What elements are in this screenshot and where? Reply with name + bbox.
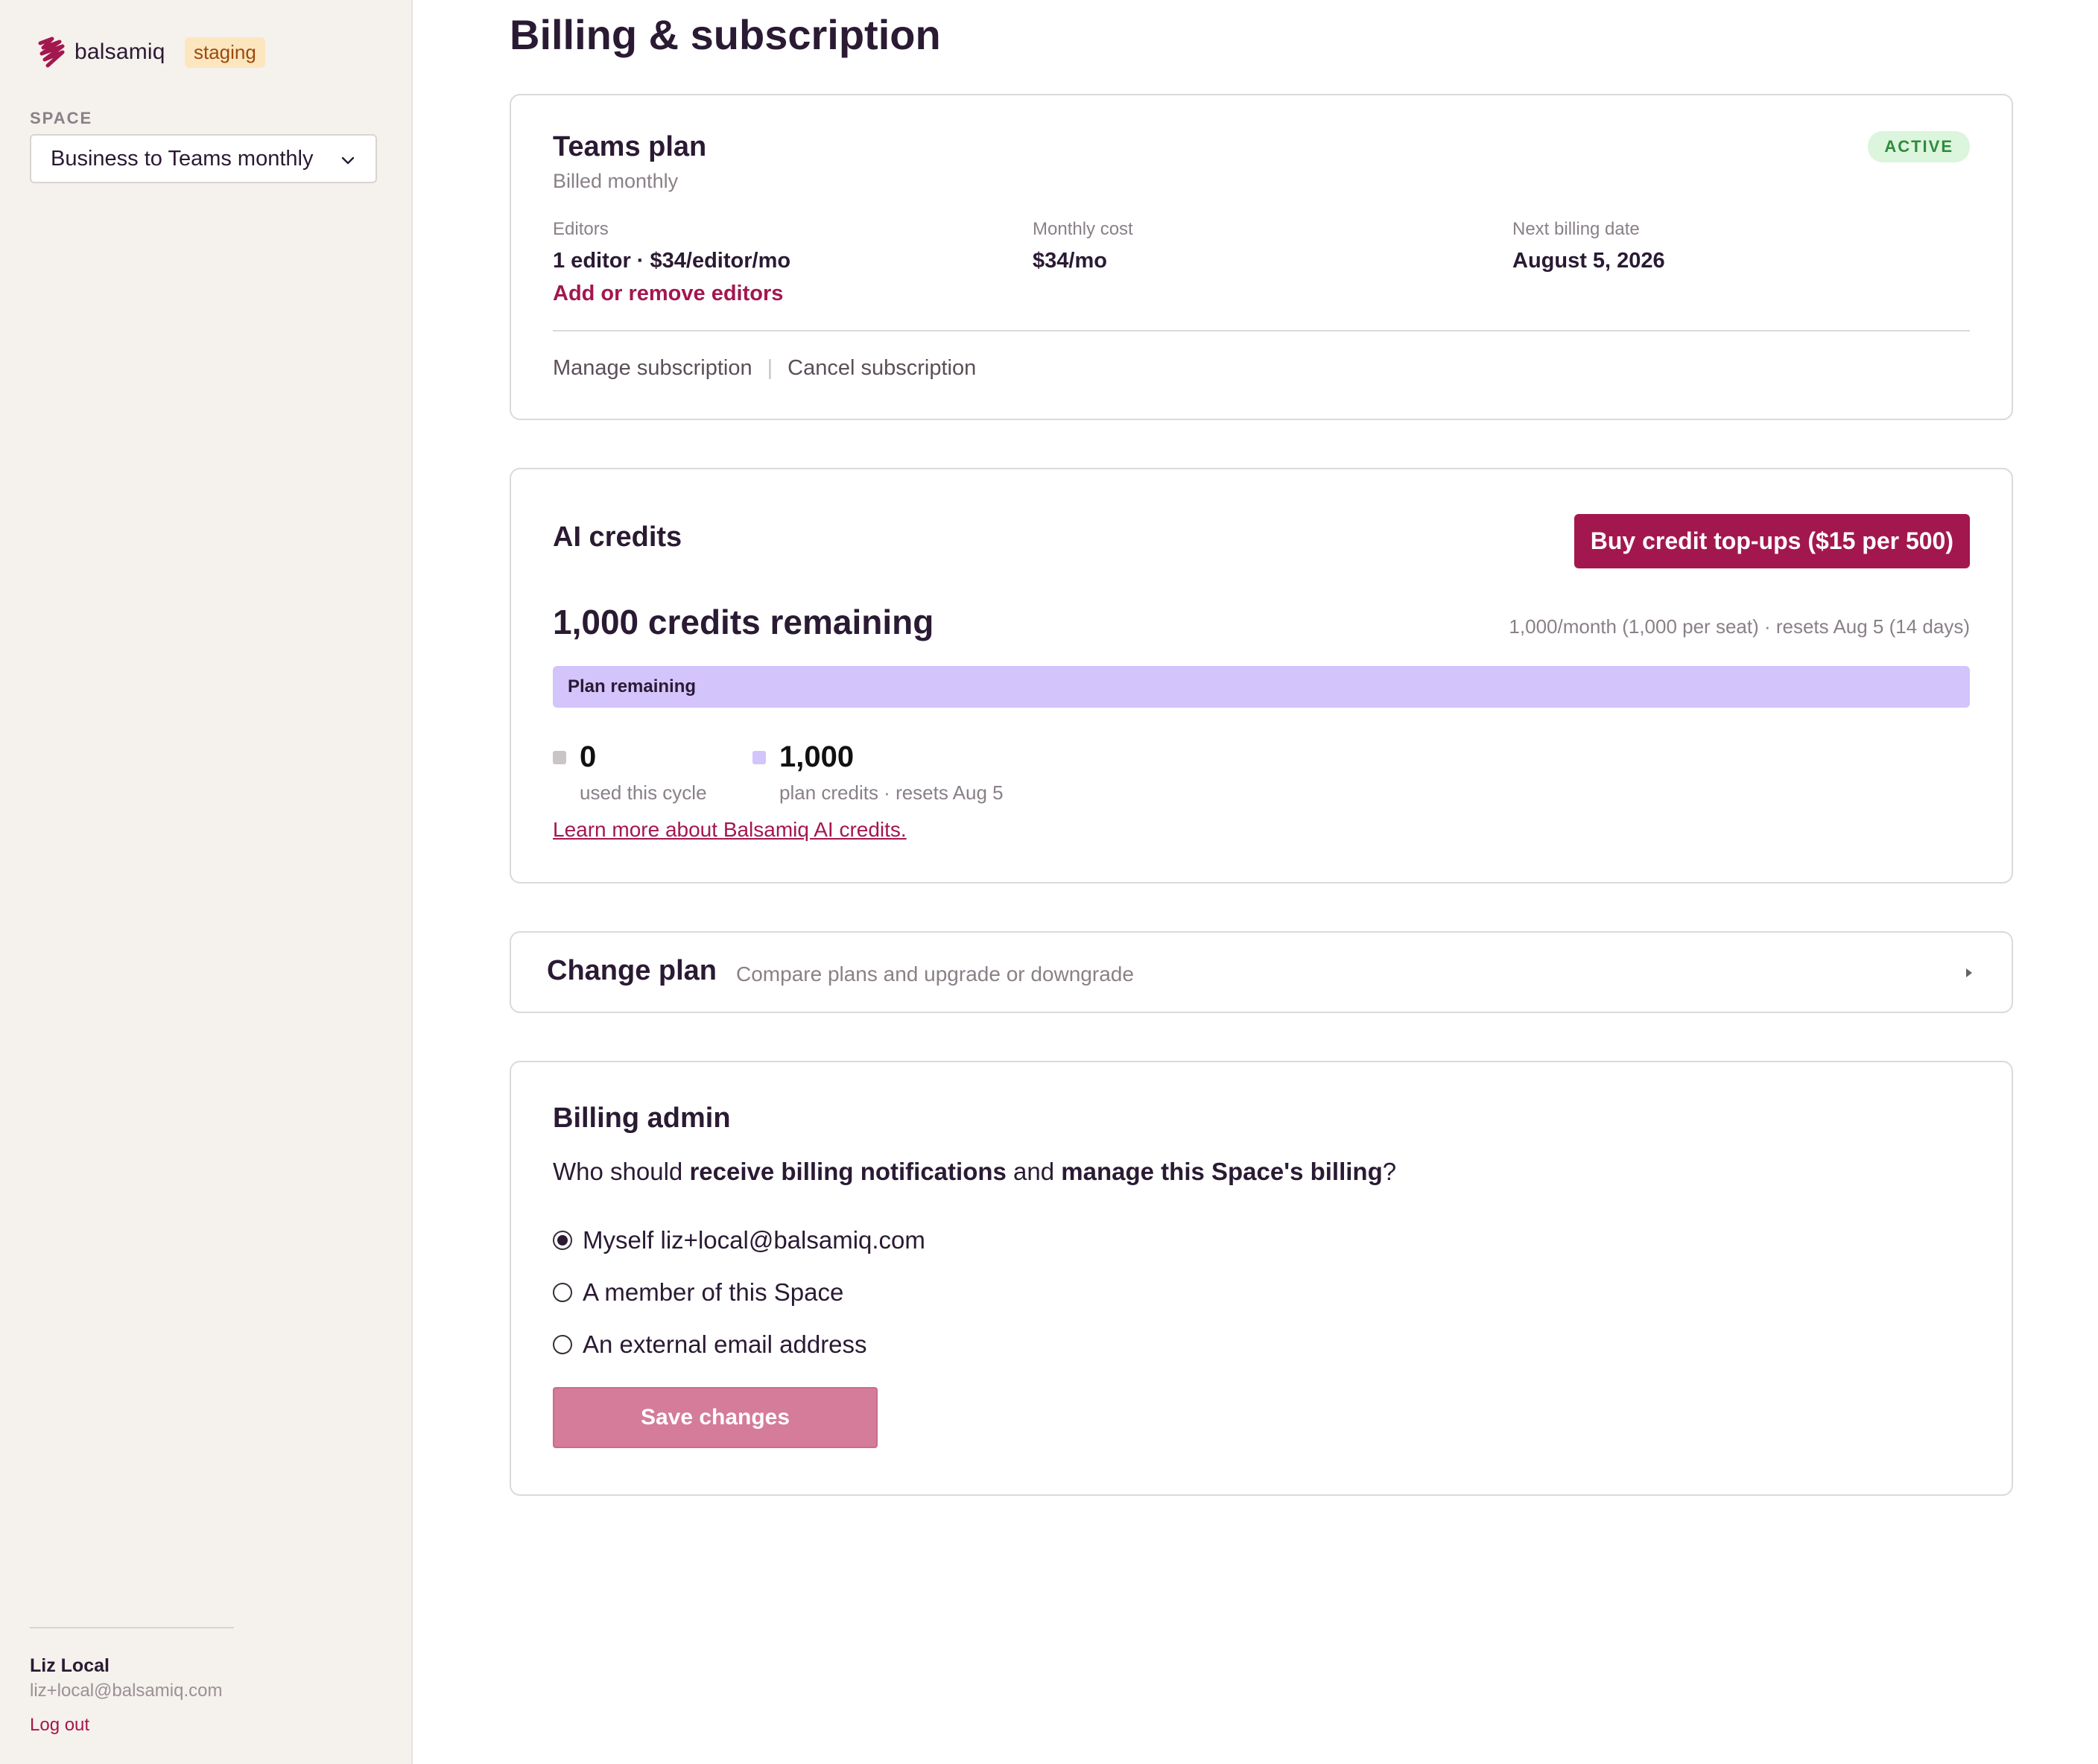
page-title: Billing & subscription	[510, 11, 941, 58]
credits-remaining: 1,000 credits remaining	[553, 603, 934, 641]
legend-plan: 1,000 plan credits · resets Aug 5	[752, 740, 1004, 805]
radio-option-myself[interactable]: Myself liz+local@balsamiq.com	[553, 1226, 925, 1254]
question-text: ?	[1382, 1158, 1397, 1185]
manage-subscription-link[interactable]: Manage subscription	[553, 356, 752, 381]
space-select-value: Business to Teams monthly	[51, 146, 314, 171]
space-select[interactable]: Business to Teams monthly	[30, 134, 377, 183]
legend-used: 0 used this cycle	[553, 740, 707, 805]
editors-label: Editors	[553, 219, 609, 239]
credits-progress-label: Plan remaining	[568, 676, 697, 697]
monthly-cost-label: Monthly cost	[1033, 219, 1133, 239]
user-name: Liz Local	[30, 1655, 110, 1676]
ai-credits-title: AI credits	[553, 521, 682, 553]
monthly-cost-stat: Monthly cost $34/mo	[1033, 219, 1133, 273]
billing-admin-title: Billing admin	[553, 1102, 731, 1134]
plan-title: Teams plan	[553, 131, 707, 162]
save-changes-button[interactable]: Save changes	[553, 1387, 878, 1448]
radio-label: A member of this Space	[583, 1278, 844, 1306]
brand-name: balsamiq	[75, 39, 165, 64]
balsamiq-logo-icon	[38, 37, 65, 68]
plan-credits-value: 1,000	[779, 740, 855, 773]
user-email: liz+local@balsamiq.com	[30, 1681, 223, 1701]
logout-link[interactable]: Log out	[30, 1715, 89, 1736]
credits-progress-bar: Plan remaining	[553, 666, 1970, 708]
radio-label: An external email address	[583, 1330, 867, 1358]
learn-more-ai-credits-link[interactable]: Learn more about Balsamiq AI credits.	[553, 818, 907, 842]
editors-stat: Editors 1 editor · $34/editor/mo	[553, 219, 790, 273]
plan-credits-description: plan credits · resets Aug 5	[779, 781, 1004, 804]
buy-credit-topups-button[interactable]: Buy credit top-ups ($15 per 500)	[1574, 514, 1970, 568]
plan-divider	[553, 330, 1970, 331]
used-swatch	[553, 751, 566, 764]
plan-card: Teams plan Billed monthly ACTIVE Editors…	[510, 94, 2013, 420]
brand[interactable]: balsamiq	[37, 36, 165, 69]
question-emphasis-billing: manage this Space's billing	[1061, 1158, 1383, 1185]
credits-cycle-info: 1,000/month (1,000 per seat) · resets Au…	[1509, 615, 1970, 638]
used-description: used this cycle	[580, 781, 707, 804]
editors-value: 1 editor · $34/editor/mo	[553, 249, 791, 273]
next-billing-value: August 5, 2026	[1512, 249, 1665, 273]
monthly-cost-value: $34/mo	[1033, 249, 1107, 273]
cancel-subscription-link[interactable]: Cancel subscription	[787, 356, 976, 381]
chevron-down-icon	[341, 156, 355, 165]
environment-badge: staging	[185, 37, 265, 68]
change-plan-description: Compare plans and upgrade or downgrade	[736, 962, 1134, 986]
question-text: Who should	[553, 1158, 690, 1185]
subscription-actions: Manage subscription | Cancel subscriptio…	[553, 356, 976, 381]
change-plan-title: Change plan	[547, 955, 717, 986]
radio-button[interactable]	[553, 1283, 572, 1302]
radio-label: Myself liz+local@balsamiq.com	[583, 1226, 925, 1254]
links-separator: |	[767, 356, 773, 380]
plan-swatch	[752, 751, 766, 764]
next-billing-label: Next billing date	[1512, 219, 1640, 239]
ai-credits-card: AI credits Buy credit top-ups ($15 per 5…	[510, 468, 2013, 883]
status-badge: ACTIVE	[1868, 131, 1970, 162]
caret-right-icon	[1966, 968, 1972, 977]
space-label: SPACE	[30, 109, 93, 127]
question-text: and	[1006, 1158, 1062, 1185]
question-emphasis-notifications: receive billing notifications	[689, 1158, 1007, 1185]
used-value: 0	[580, 740, 597, 773]
radio-option-member[interactable]: A member of this Space	[553, 1278, 843, 1307]
billing-admin-question: Who should receive billing notifications…	[553, 1158, 1396, 1186]
radio-button[interactable]	[553, 1231, 572, 1250]
credits-progress-fill	[553, 666, 1970, 708]
add-remove-editors-link[interactable]: Add or remove editors	[553, 282, 783, 306]
radio-button[interactable]	[553, 1335, 572, 1354]
radio-option-external[interactable]: An external email address	[553, 1330, 867, 1359]
plan-billing-frequency: Billed monthly	[553, 170, 679, 192]
sidebar: balsamiq staging SPACE Business to Teams…	[0, 0, 413, 1764]
change-plan-card[interactable]: Change plan Compare plans and upgrade or…	[510, 931, 2013, 1013]
next-billing-stat: Next billing date August 5, 2026	[1512, 219, 1665, 273]
billing-admin-card: Billing admin Who should receive billing…	[510, 1061, 2013, 1496]
sidebar-divider	[30, 1627, 234, 1628]
